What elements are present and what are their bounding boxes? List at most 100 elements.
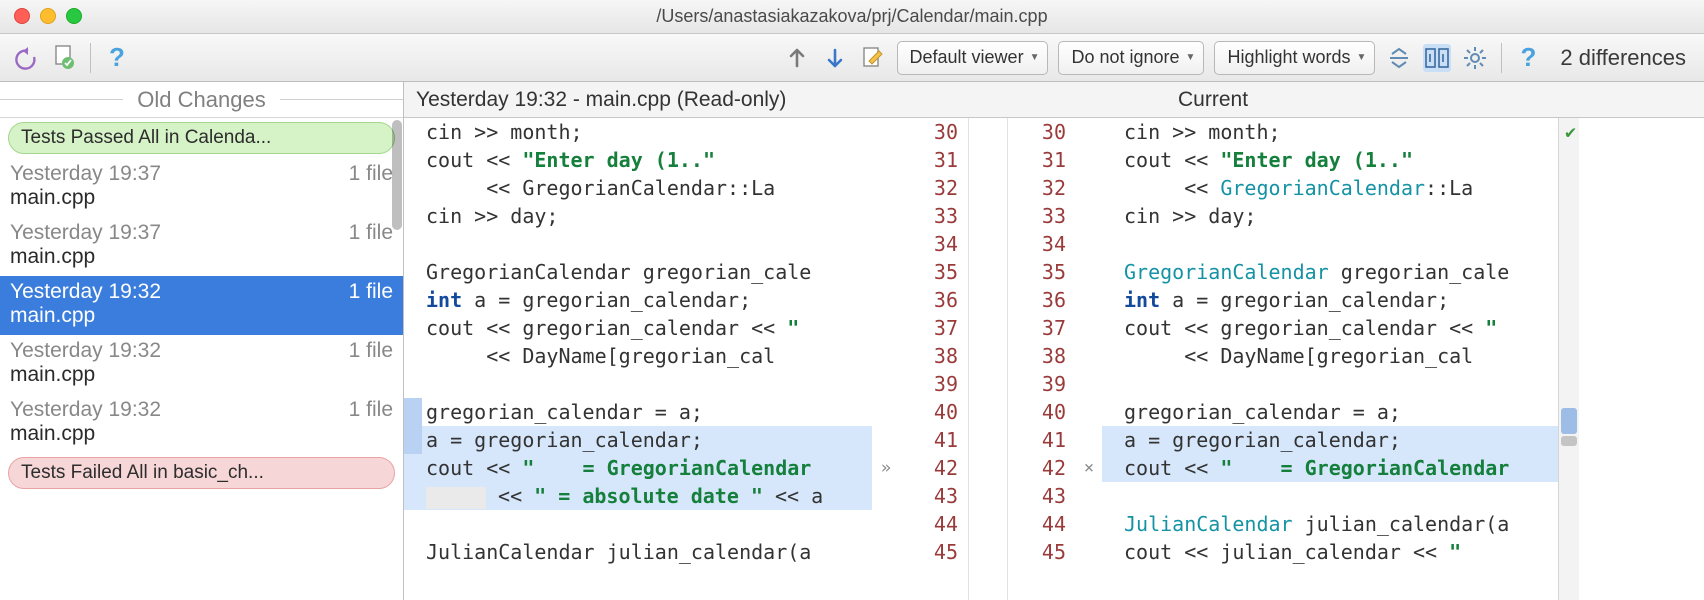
code-line: cout << julian_calendar << ": [1102, 538, 1558, 566]
edit-button[interactable]: [859, 44, 887, 72]
code-line: [1102, 370, 1558, 398]
line-number: 38: [900, 342, 968, 370]
chevron-down-icon: ▼: [1186, 52, 1196, 63]
prev-diff-button[interactable]: [783, 44, 811, 72]
collapse-unchanged-button[interactable]: [1385, 44, 1413, 72]
line-number: 38: [1008, 342, 1076, 370]
code-line: << GregorianCalendar::La: [404, 174, 872, 202]
diff-scrollbar[interactable]: ✔: [1558, 118, 1579, 600]
sidebar-scrollbar[interactable]: [392, 120, 402, 230]
change-time: Yesterday 19:37: [10, 162, 161, 186]
diff-pane: Yesterday 19:32 - main.cpp (Read-only) C…: [404, 82, 1704, 600]
code-line: cin >> month;: [404, 118, 872, 146]
line-number: 45: [1008, 538, 1076, 566]
close-window-button[interactable]: [14, 8, 30, 24]
change-time: Yesterday 19:32: [10, 398, 161, 422]
change-filecount: 1 file: [349, 162, 393, 186]
change-marker: [404, 426, 422, 454]
line-number: 33: [900, 202, 968, 230]
change-filecount: 1 file: [349, 280, 393, 304]
change-list-item[interactable]: Yesterday 19:371 filemain.cpp: [0, 217, 403, 276]
toolbar: ? Default viewer ▼ Do not ignore▼ Highlig…: [0, 34, 1704, 82]
apply-arrow: [872, 398, 900, 426]
back-button[interactable]: [12, 44, 40, 72]
line-number: 40: [1008, 398, 1076, 426]
diff-arrow-column: »: [872, 118, 900, 600]
revert-x[interactable]: ×: [1076, 454, 1102, 482]
change-filecount: 1 file: [349, 339, 393, 363]
diff-left-code[interactable]: cin >> month;cout << "Enter day (1.." <<…: [404, 118, 872, 600]
code-line: cout << " = GregorianCalendar: [404, 454, 872, 482]
highlight-dropdown[interactable]: Highlight words▼: [1214, 41, 1375, 75]
change-filename: main.cpp: [10, 363, 393, 387]
apply-arrow[interactable]: »: [872, 454, 900, 482]
window-title: /Users/anastasiakazakova/prj/Calendar/ma…: [656, 6, 1047, 27]
revert-x: [1076, 118, 1102, 146]
apply-arrow: [872, 314, 900, 342]
apply-arrow: [872, 510, 900, 538]
line-number: 31: [900, 146, 968, 174]
line-number: 30: [1008, 118, 1076, 146]
sidebar-header-label: Old Changes: [137, 87, 265, 113]
code-line: cin >> day;: [404, 202, 872, 230]
help-button-2[interactable]: ?: [1514, 44, 1542, 72]
change-list-item[interactable]: Yesterday 19:321 filemain.cpp: [0, 276, 403, 335]
minimize-window-button[interactable]: [40, 8, 56, 24]
viewer-dropdown[interactable]: Default viewer ▼: [897, 41, 1049, 75]
ignore-dropdown[interactable]: Do not ignore▼: [1058, 41, 1204, 75]
diff-header-left: Yesterday 19:32 - main.cpp (Read-only): [404, 82, 1008, 117]
line-number: 45: [900, 538, 968, 566]
diff-count-label: 2 differences: [1560, 45, 1686, 71]
content-area: Old Changes Tests Passed All in Calenda.…: [0, 82, 1704, 600]
line-number: 43: [900, 482, 968, 510]
revert-x: [1076, 174, 1102, 202]
revert-x: [1076, 482, 1102, 510]
change-list-item[interactable]: Yesterday 19:321 filemain.cpp: [0, 335, 403, 394]
check-icon: ✔: [1565, 122, 1576, 143]
viewer-dropdown-label: Default viewer: [910, 47, 1024, 68]
code-line: int a = gregorian_calendar;: [1102, 286, 1558, 314]
next-diff-button[interactable]: [821, 44, 849, 72]
help-button[interactable]: ?: [103, 44, 131, 72]
code-line: [1102, 482, 1558, 510]
settings-button[interactable]: [1461, 44, 1489, 72]
zoom-window-button[interactable]: [66, 8, 82, 24]
change-marker: [404, 398, 422, 426]
diff-right-code[interactable]: cin >> month;cout << "Enter day (1.." <<…: [1102, 118, 1558, 600]
change-list-item[interactable]: Yesterday 19:371 filemain.cpp: [0, 158, 403, 217]
code-line: << DayName[gregorian_cal: [1102, 342, 1558, 370]
revert-x: [1076, 286, 1102, 314]
tests-failed-pill[interactable]: Tests Failed All in basic_ch...: [8, 457, 395, 489]
code-line: cin >> month;: [1102, 118, 1558, 146]
code-line: JulianCalendar julian_calendar(a: [1102, 510, 1558, 538]
diff-x-column: ×: [1076, 118, 1102, 600]
line-number: 36: [900, 286, 968, 314]
code-line: JulianCalendar julian_calendar(a: [404, 538, 872, 566]
separator: [1501, 43, 1502, 73]
file-status-button[interactable]: [50, 44, 78, 72]
revert-x: [1076, 538, 1102, 566]
code-line: << DayName[gregorian_cal: [404, 342, 872, 370]
diff-marker[interactable]: [1561, 408, 1577, 434]
line-number: 43: [1008, 482, 1076, 510]
line-number: 33: [1008, 202, 1076, 230]
change-list-item[interactable]: Yesterday 19:321 filemain.cpp: [0, 394, 403, 453]
line-number: 39: [1008, 370, 1076, 398]
revert-x: [1076, 146, 1102, 174]
code-line: [1102, 230, 1558, 258]
apply-arrow: [872, 146, 900, 174]
code-line: gregorian_calendar = a;: [404, 398, 872, 426]
diff-header-right: Current: [1166, 82, 1704, 117]
revert-x: [1076, 426, 1102, 454]
sync-scroll-button[interactable]: [1423, 44, 1451, 72]
apply-arrow: [872, 286, 900, 314]
diff-marker[interactable]: [1561, 436, 1577, 446]
chevron-down-icon: ▼: [1030, 52, 1040, 63]
change-filecount: 1 file: [349, 221, 393, 245]
line-number: 34: [900, 230, 968, 258]
line-number: 34: [1008, 230, 1076, 258]
line-number: 36: [1008, 286, 1076, 314]
tests-passed-pill[interactable]: Tests Passed All in Calenda...: [8, 122, 395, 154]
apply-arrow: [872, 258, 900, 286]
sidebar: Old Changes Tests Passed All in Calenda.…: [0, 82, 404, 600]
